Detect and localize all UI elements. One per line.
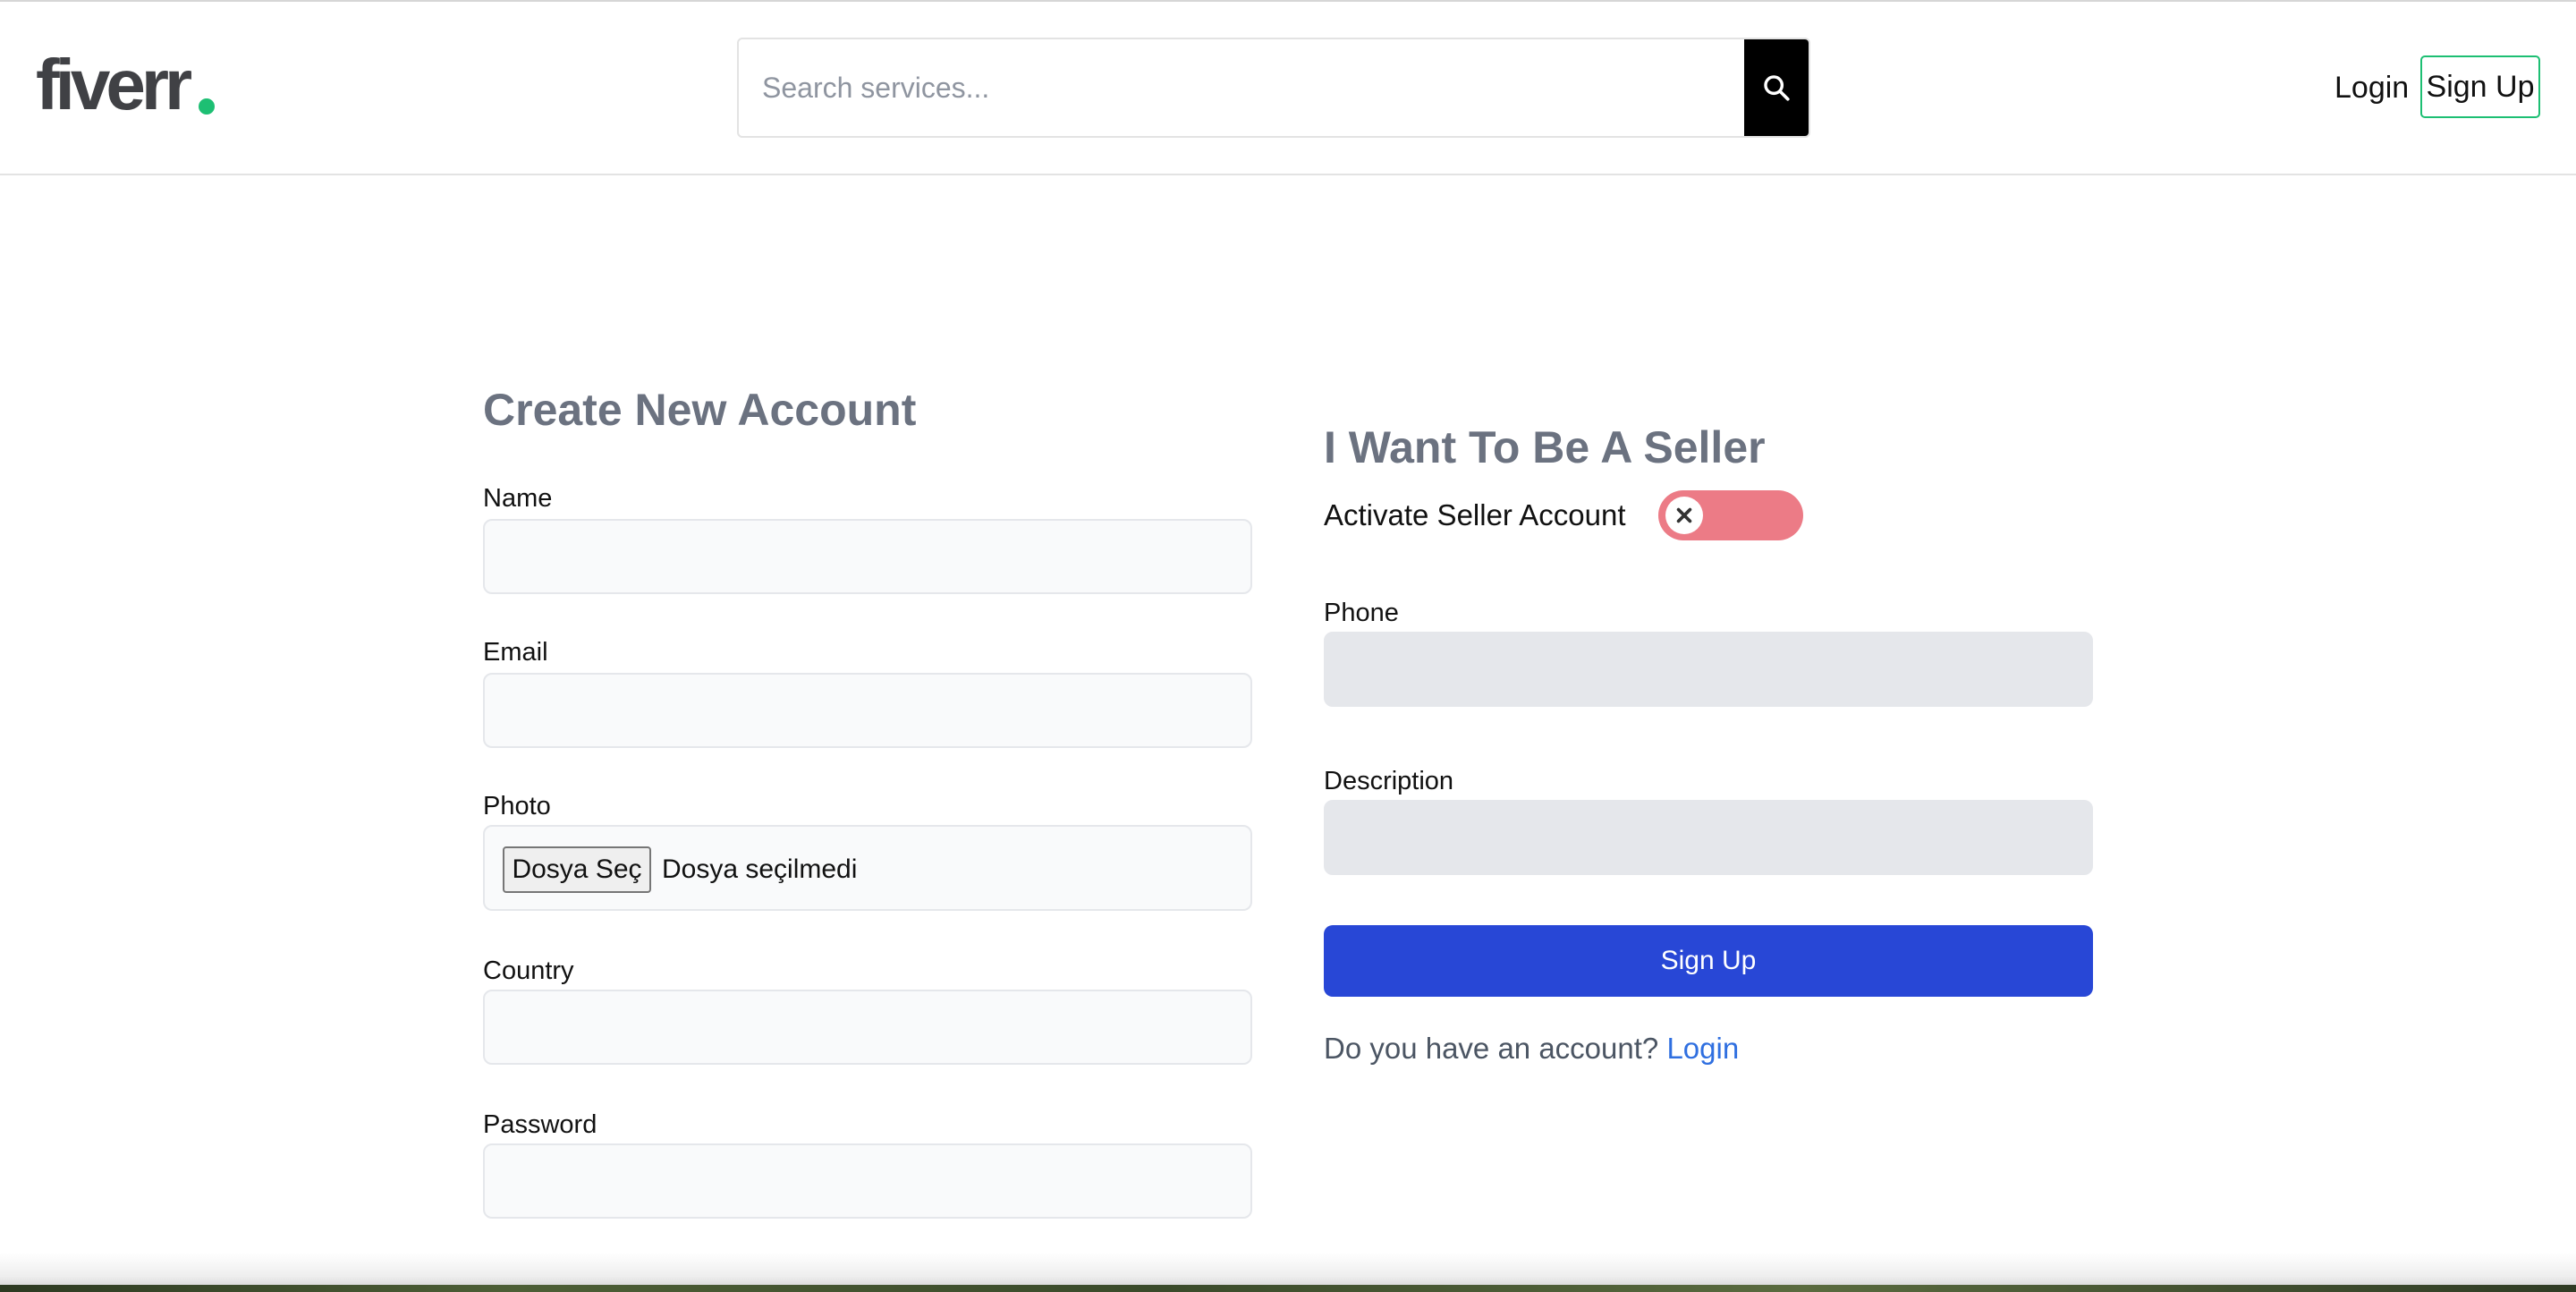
seller-title: I Want To Be A Seller — [1324, 422, 1766, 472]
file-status-text: Dosya seçilmedi — [662, 854, 858, 884]
name-label: Name — [483, 484, 553, 513]
country-input[interactable] — [483, 990, 1252, 1065]
signup-submit-button[interactable]: Sign Up — [1324, 925, 2093, 997]
name-input[interactable] — [483, 519, 1252, 594]
close-icon — [1676, 507, 1692, 523]
top-navbar: fiverr Login Sign Up — [0, 2, 2576, 175]
create-account-title: Create New Account — [483, 385, 917, 435]
description-label: Description — [1324, 767, 1454, 795]
password-label: Password — [483, 1110, 597, 1139]
nav-login-link[interactable]: Login — [2334, 70, 2409, 106]
phone-label: Phone — [1324, 599, 1399, 627]
password-input[interactable] — [483, 1143, 1252, 1219]
seller-account-toggle[interactable] — [1658, 490, 1803, 540]
search-input[interactable] — [739, 39, 1744, 136]
account-prompt: Do you have an account? Login — [1324, 1031, 1739, 1067]
logo-dot — [199, 98, 215, 115]
email-input[interactable] — [483, 673, 1252, 748]
desktop-background-strip — [0, 1285, 2576, 1292]
search-icon — [1764, 75, 1790, 101]
search-bar — [737, 38, 1810, 138]
seller-toggle-label: Activate Seller Account — [1324, 498, 1626, 531]
phone-input[interactable] — [1324, 632, 2093, 707]
nav-signup-button[interactable]: Sign Up — [2420, 55, 2540, 118]
account-prompt-text: Do you have an account? — [1324, 1032, 1659, 1065]
country-label: Country — [483, 956, 574, 985]
choose-file-button[interactable]: Dosya Seç — [503, 846, 651, 893]
photo-file-input: Dosya Seç Dosya seçilmedi — [483, 825, 1252, 911]
login-link[interactable]: Login — [1666, 1032, 1739, 1065]
email-label: Email — [483, 638, 548, 667]
toggle-knob — [1665, 497, 1703, 534]
photo-label: Photo — [483, 792, 551, 820]
search-button[interactable] — [1744, 39, 1809, 136]
fiverr-logo[interactable]: fiverr — [36, 45, 192, 125]
description-input[interactable] — [1324, 800, 2093, 875]
